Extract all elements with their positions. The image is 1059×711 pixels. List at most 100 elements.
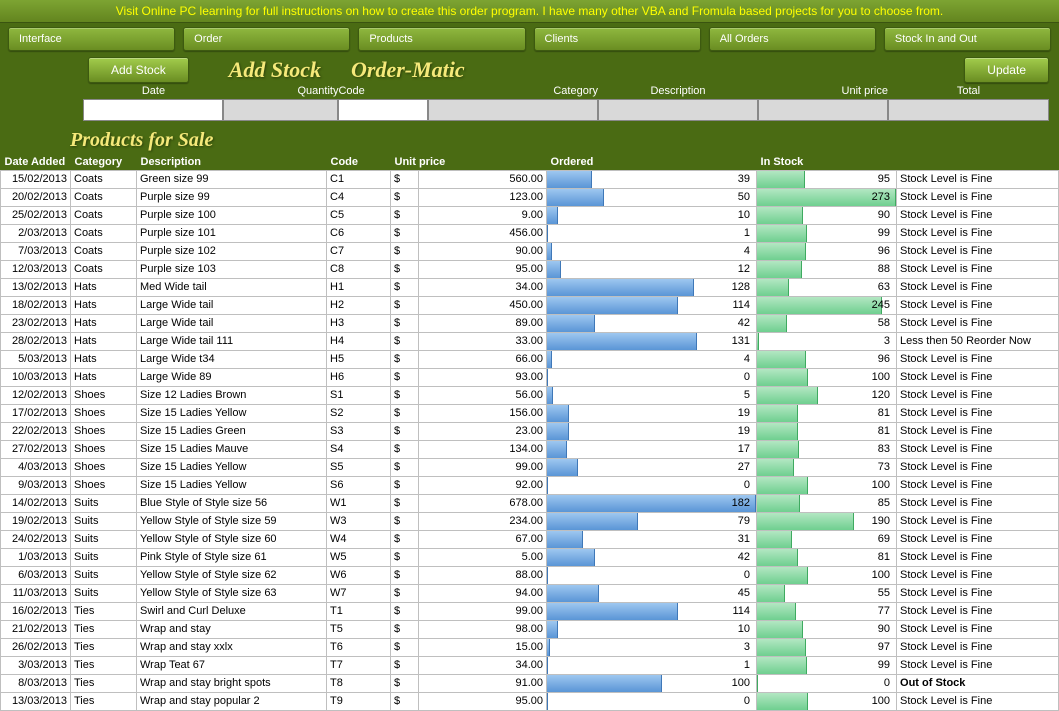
nav-products[interactable]: Products	[358, 27, 525, 51]
c-price: 450.00	[419, 297, 547, 315]
c-status: Stock Level is Fine	[897, 171, 1059, 189]
h-ordered[interactable]: Ordered	[547, 154, 757, 171]
input-date[interactable]	[83, 99, 223, 121]
input-quantity[interactable]	[223, 99, 338, 121]
table-row[interactable]: 19/02/2013SuitsYellow Style of Style siz…	[1, 513, 1059, 531]
c-date: 22/02/2013	[1, 423, 71, 441]
table-row[interactable]: 12/03/2013CoatsPurple size 103C8$95.0012…	[1, 261, 1059, 279]
table-row[interactable]: 21/02/2013TiesWrap and stayT5$98.001090S…	[1, 621, 1059, 639]
c-ordered: 19	[547, 405, 757, 423]
input-code[interactable]	[338, 99, 428, 121]
c-code: T6	[327, 639, 391, 657]
c-stock: 3	[757, 333, 897, 351]
table-row[interactable]: 14/02/2013SuitsBlue Style of Style size …	[1, 495, 1059, 513]
table-row[interactable]: 15/02/2013CoatsGreen size 99C1$560.00399…	[1, 171, 1059, 189]
c-status: Stock Level is Fine	[897, 567, 1059, 585]
h-category[interactable]: Category	[71, 154, 137, 171]
input-unit-price[interactable]	[758, 99, 888, 121]
h-code[interactable]: Code	[327, 154, 391, 171]
table-row[interactable]: 9/03/2013ShoesSize 15 Ladies YellowS6$92…	[1, 477, 1059, 495]
c-code: C4	[327, 189, 391, 207]
table-row[interactable]: 24/02/2013SuitsYellow Style of Style siz…	[1, 531, 1059, 549]
c-ordered: 114	[547, 297, 757, 315]
c-ordered: 182	[547, 495, 757, 513]
input-total[interactable]	[888, 99, 1049, 121]
c-price: 98.00	[419, 621, 547, 639]
c-price: 95.00	[419, 693, 547, 711]
c-stock: 83	[757, 441, 897, 459]
nav-stock-in-out[interactable]: Stock In and Out	[884, 27, 1051, 51]
c-code: C5	[327, 207, 391, 225]
c-stock: 99	[757, 225, 897, 243]
table-row[interactable]: 3/03/2013TiesWrap Teat 67T7$34.00199Stoc…	[1, 657, 1059, 675]
table-row[interactable]: 13/02/2013HatsMed Wide tailH1$34.0012863…	[1, 279, 1059, 297]
h-date-added[interactable]: Date Added	[1, 154, 71, 171]
c-currency: $	[391, 297, 419, 315]
table-row[interactable]: 12/02/2013ShoesSize 12 Ladies BrownS1$56…	[1, 387, 1059, 405]
table-row[interactable]: 16/02/2013TiesSwirl and Curl DeluxeT1$99…	[1, 603, 1059, 621]
table-row[interactable]: 17/02/2013ShoesSize 15 Ladies YellowS2$1…	[1, 405, 1059, 423]
c-ordered: 79	[547, 513, 757, 531]
table-row[interactable]: 4/03/2013ShoesSize 15 Ladies YellowS5$99…	[1, 459, 1059, 477]
c-category: Ties	[71, 675, 137, 693]
c-stock: 88	[757, 261, 897, 279]
c-code: W6	[327, 567, 391, 585]
nav-order[interactable]: Order	[183, 27, 350, 51]
c-stock: 97	[757, 639, 897, 657]
table-row[interactable]: 8/03/2013TiesWrap and stay bright spotsT…	[1, 675, 1059, 693]
c-date: 8/03/2013	[1, 675, 71, 693]
c-date: 13/03/2013	[1, 693, 71, 711]
table-row[interactable]: 7/03/2013CoatsPurple size 102C7$90.00496…	[1, 243, 1059, 261]
c-status: Stock Level is Fine	[897, 189, 1059, 207]
table-row[interactable]: 2/03/2013CoatsPurple size 101C6$456.0019…	[1, 225, 1059, 243]
nav-clients[interactable]: Clients	[534, 27, 701, 51]
input-category[interactable]	[428, 99, 598, 121]
c-status: Stock Level is Fine	[897, 621, 1059, 639]
c-status: Stock Level is Fine	[897, 477, 1059, 495]
table-row[interactable]: 25/02/2013CoatsPurple size 100C5$9.00109…	[1, 207, 1059, 225]
table-row[interactable]: 23/02/2013HatsLarge Wide tailH3$89.00425…	[1, 315, 1059, 333]
h-in-stock[interactable]: In Stock	[757, 154, 897, 171]
c-ordered: 17	[547, 441, 757, 459]
table-row[interactable]: 5/03/2013HatsLarge Wide t34H5$66.00496St…	[1, 351, 1059, 369]
table-row[interactable]: 18/02/2013HatsLarge Wide tailH2$450.0011…	[1, 297, 1059, 315]
c-stock: 95	[757, 171, 897, 189]
c-price: 678.00	[419, 495, 547, 513]
section-title: Products for Sale	[0, 125, 1059, 154]
lbl-total: Total	[888, 83, 1049, 99]
table-row[interactable]: 20/02/2013CoatsPurple size 99C4$123.0050…	[1, 189, 1059, 207]
table-row[interactable]: 26/02/2013TiesWrap and stay xxlxT6$15.00…	[1, 639, 1059, 657]
h-unit-price[interactable]: Unit price	[391, 154, 547, 171]
c-currency: $	[391, 585, 419, 603]
table-row[interactable]: 13/03/2013TiesWrap and stay popular 2T9$…	[1, 693, 1059, 711]
c-price: 94.00	[419, 585, 547, 603]
table-row[interactable]: 6/03/2013SuitsYellow Style of Style size…	[1, 567, 1059, 585]
h-description[interactable]: Description	[137, 154, 327, 171]
nav-all-orders[interactable]: All Orders	[709, 27, 876, 51]
nav-interface[interactable]: Interface	[8, 27, 175, 51]
c-status: Stock Level is Fine	[897, 243, 1059, 261]
table-row[interactable]: 28/02/2013HatsLarge Wide tail 111H4$33.0…	[1, 333, 1059, 351]
c-ordered: 0	[547, 567, 757, 585]
c-date: 4/03/2013	[1, 459, 71, 477]
c-price: 89.00	[419, 315, 547, 333]
page-title: Add Stock	[229, 57, 321, 83]
input-description[interactable]	[598, 99, 758, 121]
table-row[interactable]: 1/03/2013SuitsPink Style of Style size 6…	[1, 549, 1059, 567]
c-code: S6	[327, 477, 391, 495]
table-row[interactable]: 10/03/2013HatsLarge Wide 89H6$93.000100S…	[1, 369, 1059, 387]
c-stock: 73	[757, 459, 897, 477]
c-code: H1	[327, 279, 391, 297]
c-date: 2/03/2013	[1, 225, 71, 243]
c-price: 234.00	[419, 513, 547, 531]
c-category: Shoes	[71, 477, 137, 495]
c-code: C6	[327, 225, 391, 243]
table-row[interactable]: 27/02/2013ShoesSize 15 Ladies MauveS4$13…	[1, 441, 1059, 459]
table-row[interactable]: 11/03/2013SuitsYellow Style of Style siz…	[1, 585, 1059, 603]
update-button[interactable]: Update	[964, 57, 1049, 83]
c-status: Stock Level is Fine	[897, 297, 1059, 315]
add-stock-button[interactable]: Add Stock	[88, 57, 189, 83]
c-description: Wrap and stay	[137, 621, 327, 639]
table-row[interactable]: 22/02/2013ShoesSize 15 Ladies GreenS3$23…	[1, 423, 1059, 441]
c-stock: 81	[757, 405, 897, 423]
